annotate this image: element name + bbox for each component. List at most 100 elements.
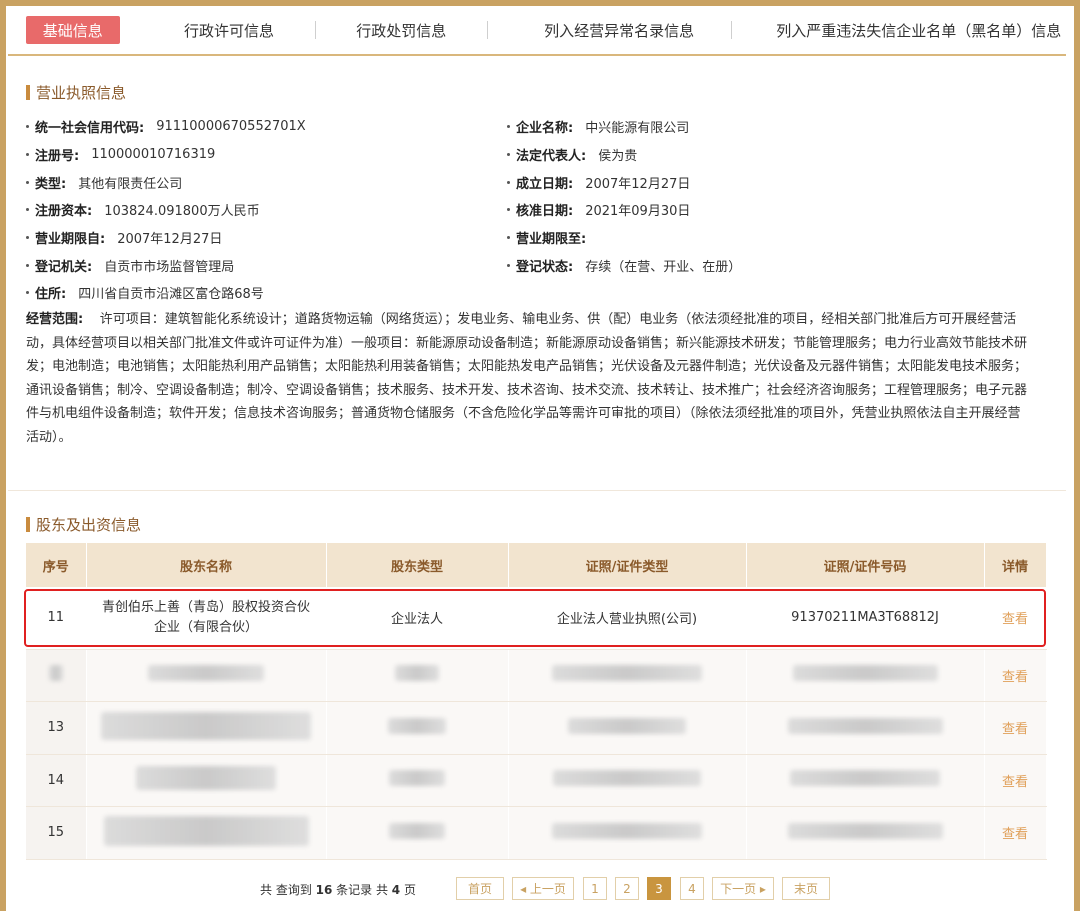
cell-id-type	[508, 754, 747, 807]
page-3-button[interactable]: 3	[647, 877, 671, 900]
field-founded: 成立日期: 2007年12月27日	[507, 173, 690, 192]
page-4-button[interactable]: 4	[680, 877, 704, 900]
field-business-scope: 经营范围: 许可项目：建筑智能化系统设计；道路货物运输（网络货运）；发电业务、输…	[26, 312, 1028, 445]
redacted-block	[552, 822, 702, 839]
redacted-block	[48, 665, 63, 682]
title-bar-decoration	[26, 85, 30, 100]
cell-detail: 查看	[984, 587, 1047, 650]
section-divider	[8, 490, 1066, 491]
tab-admin-penalty[interactable]: 行政处罚信息	[349, 16, 453, 44]
redacted-block	[136, 766, 276, 791]
cell-name	[86, 806, 327, 860]
redacted-block	[388, 717, 446, 734]
shareholders-table: 序号 股东名称 股东类型 证照/证件类型 证照/证件号码 详情 11 青创伯乐上…	[26, 543, 1047, 860]
col-header-name: 股东名称	[86, 543, 327, 587]
tab-separator	[314, 21, 316, 39]
cell-type	[326, 806, 509, 860]
prev-page-button[interactable]: ◂ 上一页	[512, 877, 574, 900]
cell-type	[326, 701, 509, 755]
redacted-block	[148, 665, 264, 682]
view-detail-link[interactable]: 查看	[1002, 827, 1028, 842]
cell-detail: 查看	[984, 806, 1047, 860]
cell-detail: 查看	[984, 754, 1047, 807]
license-section-title: 营业执照信息	[26, 82, 126, 103]
col-header-id-no: 证照/证件号码	[746, 543, 985, 587]
cell-id-type: 企业法人营业执照(公司)	[508, 587, 747, 650]
cell-detail: 查看	[984, 649, 1047, 702]
table-row: 14 查看	[26, 754, 1047, 807]
field-capital: 注册资本: 103824.091800万人民币	[26, 200, 260, 219]
redacted-block	[568, 717, 686, 734]
cell-id-no	[746, 754, 985, 807]
cell-id-no	[746, 701, 985, 755]
cell-id-type	[508, 806, 747, 860]
cell-type: 企业法人	[326, 587, 509, 650]
view-detail-link[interactable]: 查看	[1002, 722, 1028, 737]
cell-name: 青创伯乐上善（青岛）股权投资合伙 企业（有限合伙）	[86, 587, 327, 650]
redacted-block	[395, 665, 439, 682]
page-1-button[interactable]: 1	[583, 877, 607, 900]
field-authority: 登记机关: 自贡市市场监督管理局	[26, 256, 234, 275]
tab-basic-info[interactable]: 基础信息	[26, 16, 120, 44]
table-row: 15 查看	[26, 806, 1047, 860]
table-row: 13 查看	[26, 701, 1047, 755]
redacted-block	[792, 665, 938, 682]
tab-blacklist[interactable]: 列入严重违法失信企业名单（黑名单）信息	[771, 16, 1066, 44]
cell-detail: 查看	[984, 701, 1047, 755]
field-address: 住所: 四川省自贡市沿滩区富仓路68号	[26, 283, 264, 302]
cell-id-no	[746, 806, 985, 860]
cell-id-no	[746, 649, 985, 702]
redacted-block	[787, 822, 943, 839]
field-credit-code: 统一社会信用代码: 91110000670552701X	[26, 117, 306, 136]
cell-id-type	[508, 701, 747, 755]
pagination: 共 查询到 16 条记录 共 4 页 首页 ◂ 上一页 1 2 3 4 下一页 …	[0, 877, 1080, 901]
cell-name	[86, 754, 327, 807]
tab-separator	[730, 21, 732, 39]
redacted-block	[101, 711, 311, 740]
tab-abnormal-list[interactable]: 列入经营异常名录信息	[538, 16, 701, 44]
first-page-button[interactable]: 首页	[456, 877, 504, 900]
redacted-block	[553, 770, 701, 787]
redacted-block	[790, 770, 940, 787]
tab-separator	[486, 21, 488, 39]
redacted-block	[552, 665, 702, 682]
field-company-name: 企业名称: 中兴能源有限公司	[507, 117, 689, 136]
cell-name	[86, 649, 327, 702]
redacted-block	[103, 815, 309, 846]
view-detail-link[interactable]: 查看	[1002, 775, 1028, 790]
col-header-seq: 序号	[26, 543, 87, 587]
redacted-block	[389, 770, 445, 787]
field-type: 类型: 其他有限责任公司	[26, 173, 182, 192]
col-header-type: 股东类型	[326, 543, 509, 587]
field-term-from: 营业期限自: 2007年12月27日	[26, 228, 222, 247]
redacted-block	[389, 822, 445, 839]
col-header-id-type: 证照/证件类型	[508, 543, 747, 587]
table-header-row: 序号 股东名称 股东类型 证照/证件类型 证照/证件号码 详情	[26, 543, 1047, 587]
view-detail-link[interactable]: 查看	[1002, 670, 1028, 685]
shareholders-section-title: 股东及出资信息	[26, 514, 141, 535]
next-page-button[interactable]: 下一页 ▸	[712, 877, 774, 900]
cell-seq	[26, 649, 87, 702]
cell-id-no: 91370211MA3T68812J	[746, 587, 985, 650]
cell-name	[86, 701, 327, 755]
table-row: 查看	[26, 649, 1047, 702]
view-detail-link[interactable]: 查看	[1002, 612, 1028, 627]
cell-seq: 14	[26, 754, 87, 807]
field-reg-no: 注册号: 110000010716319	[26, 145, 215, 164]
cell-type	[326, 649, 509, 702]
cell-id-type	[508, 649, 747, 702]
table-row: 11 青创伯乐上善（青岛）股权投资合伙 企业（有限合伙） 企业法人 企业法人营业…	[26, 587, 1047, 650]
tab-admin-license[interactable]: 行政许可信息	[177, 16, 281, 44]
cell-seq: 15	[26, 806, 87, 860]
col-header-detail: 详情	[984, 543, 1047, 587]
tab-bar: 基础信息 行政许可信息 行政处罚信息 列入经营异常名录信息 列入严重违法失信企业…	[8, 6, 1066, 56]
field-status: 登记状态: 存续（在营、开业、在册）	[507, 256, 741, 275]
redacted-block	[787, 717, 943, 734]
page-2-button[interactable]: 2	[615, 877, 639, 900]
cell-seq: 13	[26, 701, 87, 755]
last-page-button[interactable]: 末页	[782, 877, 830, 900]
field-legal-rep: 法定代表人: 侯为贵	[507, 145, 637, 164]
pagination-info: 共 查询到 16 条记录 共 4 页	[260, 883, 416, 897]
cell-seq: 11	[26, 587, 87, 650]
field-approved: 核准日期: 2021年09月30日	[507, 200, 690, 219]
